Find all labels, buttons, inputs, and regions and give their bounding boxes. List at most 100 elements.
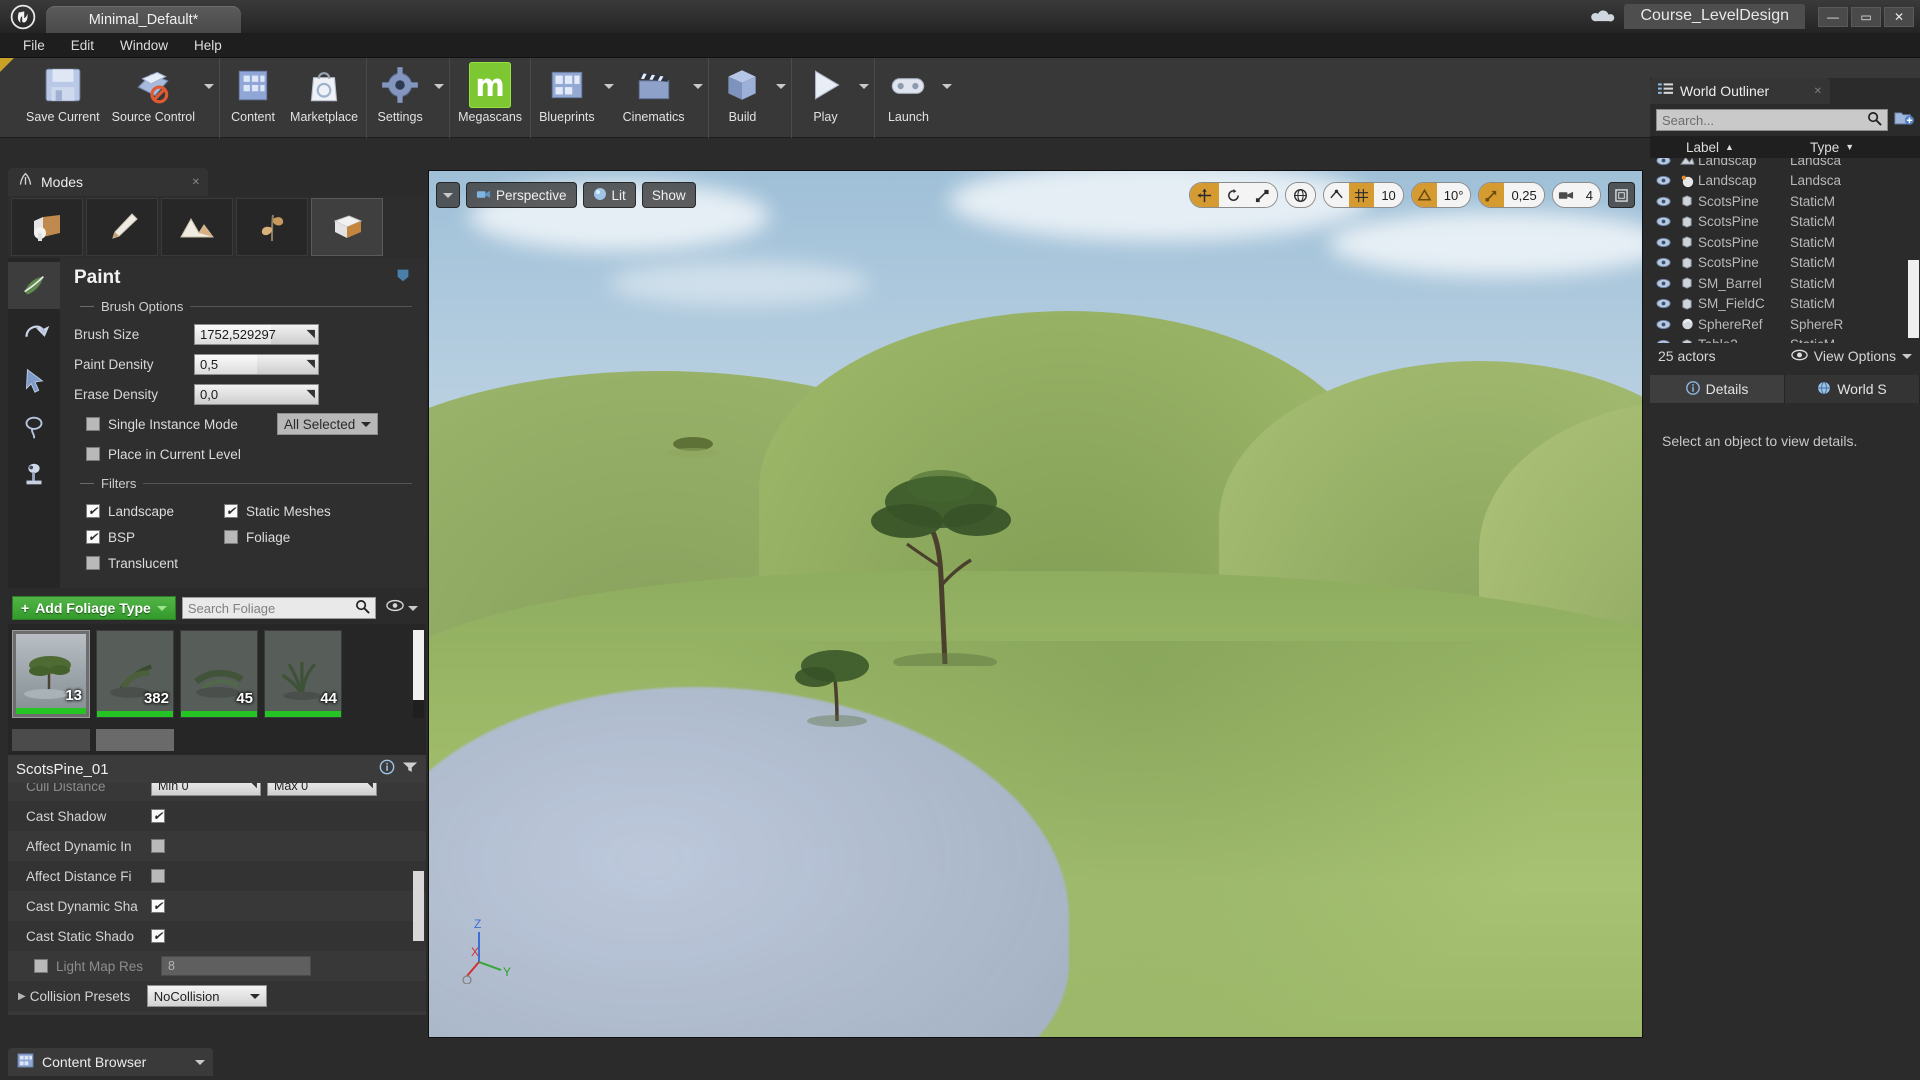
outliner-row[interactable]: ScotsPine StaticM (1650, 212, 1920, 233)
single-instance-mode-checkbox[interactable] (86, 417, 100, 431)
cinematics-button[interactable]: Cinematics (617, 58, 691, 136)
foliage-view-options[interactable] (382, 599, 422, 617)
world-outliner-tab[interactable]: World Outliner ✕ (1650, 78, 1830, 104)
source-control-button[interactable]: Source Control (106, 58, 201, 136)
camera-speed-icon[interactable] (1552, 183, 1579, 207)
tool-fill[interactable] (8, 450, 60, 497)
globe-icon[interactable] (1286, 183, 1316, 207)
visibility-eye-icon[interactable] (1650, 216, 1676, 227)
affect-distance-field-checkbox[interactable] (151, 869, 165, 883)
expander-arrow-icon[interactable]: ▶ (18, 991, 26, 1002)
menu-item-edit[interactable]: Edit (58, 35, 107, 56)
marketplace-button[interactable]: Marketplace (284, 58, 364, 136)
spinner-icon[interactable]: ◥ (249, 783, 257, 790)
viewport-show-menu[interactable]: Show (641, 182, 696, 208)
build-button[interactable]: Build (711, 58, 773, 136)
mode-button-landscape[interactable] (161, 198, 233, 256)
cull-distance-max-input[interactable]: Max 0 ◥ (267, 783, 377, 796)
blueprints-dropdown[interactable] (601, 58, 617, 136)
place-in-current-level-row[interactable]: Place in Current Level (86, 441, 412, 467)
foliage-search-input[interactable]: Search Foliage (181, 597, 376, 619)
collision-presets-dropdown[interactable]: NoCollision (146, 985, 267, 1007)
tool-paint[interactable] (8, 262, 60, 309)
tab-details[interactable]: Details (1650, 375, 1785, 403)
all-selected-dropdown[interactable]: All Selected (277, 413, 379, 435)
filter-bsp-checkbox[interactable] (86, 530, 100, 544)
launch-dropdown[interactable] (939, 58, 955, 136)
cloud-icon[interactable] (1590, 6, 1616, 28)
filter-static-meshes[interactable]: Static Meshes (224, 498, 350, 524)
filter-foliage[interactable]: Foliage (224, 524, 350, 550)
foliage-item-3[interactable]: 45 (180, 630, 258, 718)
mode-button-place[interactable] (11, 198, 83, 256)
column-header-type[interactable]: Type ▼ (1810, 140, 1920, 155)
world-outliner-search-input[interactable]: Search... (1656, 109, 1888, 131)
coordinate-system-toggle[interactable] (1285, 182, 1317, 208)
visibility-eye-icon[interactable] (1650, 237, 1676, 248)
light-map-res-checkbox[interactable] (34, 959, 48, 973)
modes-tab-close[interactable]: ✕ (192, 177, 208, 188)
tool-reapply[interactable] (8, 309, 60, 356)
spinner-icon[interactable]: ◥ (365, 783, 373, 790)
settings-dropdown[interactable] (431, 58, 447, 136)
cast-static-shadow-checkbox[interactable] (151, 929, 165, 943)
filter-icon[interactable] (402, 760, 418, 778)
foliage-grid-scrollbar[interactable] (413, 630, 424, 718)
play-button[interactable]: Play (794, 58, 856, 136)
paint-density-spinner-icon[interactable]: ◥ (307, 357, 315, 370)
cinematics-dropdown[interactable] (690, 58, 706, 136)
rotation-snap-value[interactable]: 10° (1436, 183, 1471, 207)
visibility-eye-icon[interactable] (1650, 298, 1676, 309)
column-header-label[interactable]: Label ▲ (1650, 140, 1810, 155)
add-foliage-type-button[interactable]: + Add Foliage Type (12, 596, 176, 620)
angle-icon[interactable] (1411, 183, 1437, 207)
foliage-item-partial-1[interactable] (12, 729, 90, 751)
cull-distance-min-input[interactable]: Min 0 ◥ (151, 783, 261, 796)
filter-translucent[interactable]: Translucent (86, 550, 212, 576)
close-button[interactable]: ✕ (1884, 6, 1914, 27)
surface-snap-icon[interactable] (1324, 183, 1350, 207)
close-icon[interactable]: ✕ (1814, 86, 1830, 97)
world-outliner-list[interactable]: Landscap Landsca Landscap Landsca ScotsP… (1650, 158, 1920, 343)
erase-density-spinner-icon[interactable]: ◥ (307, 387, 315, 400)
outliner-row[interactable]: SphereRef SphereR (1650, 314, 1920, 335)
foliage-item-scotspine-01[interactable]: 13 (12, 630, 90, 718)
foliage-item-partial-2[interactable] (96, 729, 174, 751)
build-dropdown[interactable] (773, 58, 789, 136)
brush-size-input[interactable]: 1752,529297 ◥ (194, 324, 319, 345)
content-button[interactable]: Content (222, 58, 284, 136)
outliner-row[interactable]: SM_FieldC StaticM (1650, 294, 1920, 315)
outliner-row[interactable]: SM_Barrel StaticM (1650, 273, 1920, 294)
viewport-options-menu[interactable] (436, 182, 460, 208)
view-options-button[interactable]: View Options (1791, 348, 1912, 364)
details-scrollbar[interactable] (413, 871, 424, 941)
filter-foliage-checkbox[interactable] (224, 530, 238, 544)
save-current-button[interactable]: Save Current (20, 58, 106, 136)
foliage-item-2[interactable]: 382 (96, 630, 174, 718)
scale-snap-value[interactable]: 0,25 (1504, 183, 1544, 207)
filter-bsp[interactable]: BSP (86, 524, 212, 550)
source-control-dropdown[interactable] (201, 58, 217, 136)
outliner-scrollbar[interactable] (1908, 260, 1919, 338)
filter-landscape-checkbox[interactable] (86, 504, 100, 518)
visibility-eye-icon[interactable] (1650, 339, 1676, 343)
brush-size-spinner-icon[interactable]: ◥ (307, 327, 315, 340)
paint-density-input[interactable]: 0,5 ◥ (194, 354, 319, 375)
grid-snap-value[interactable]: 10 (1374, 183, 1403, 207)
visibility-eye-icon[interactable] (1650, 196, 1676, 207)
tool-select[interactable] (8, 356, 60, 403)
affect-dynamic-indirect-checkbox[interactable] (151, 839, 165, 853)
outliner-row[interactable]: ScotsPine StaticM (1650, 232, 1920, 253)
tool-lasso-select[interactable] (8, 403, 60, 450)
maximize-viewport-icon[interactable] (1608, 182, 1635, 208)
visibility-eye-icon[interactable] (1650, 175, 1676, 186)
add-folder-icon[interactable] (1894, 109, 1914, 131)
filter-landscape[interactable]: Landscape (86, 498, 212, 524)
mode-button-foliage[interactable] (236, 198, 308, 256)
camera-speed-value[interactable]: 4 (1578, 183, 1600, 207)
minimize-button[interactable]: — (1818, 6, 1848, 27)
outliner-row[interactable]: ScotsPine StaticM (1650, 191, 1920, 212)
level-viewport[interactable]: Z Y X (428, 170, 1643, 1038)
modes-tab[interactable]: Modes ✕ (8, 168, 208, 196)
foliage-item-4[interactable]: 44 (264, 630, 342, 718)
